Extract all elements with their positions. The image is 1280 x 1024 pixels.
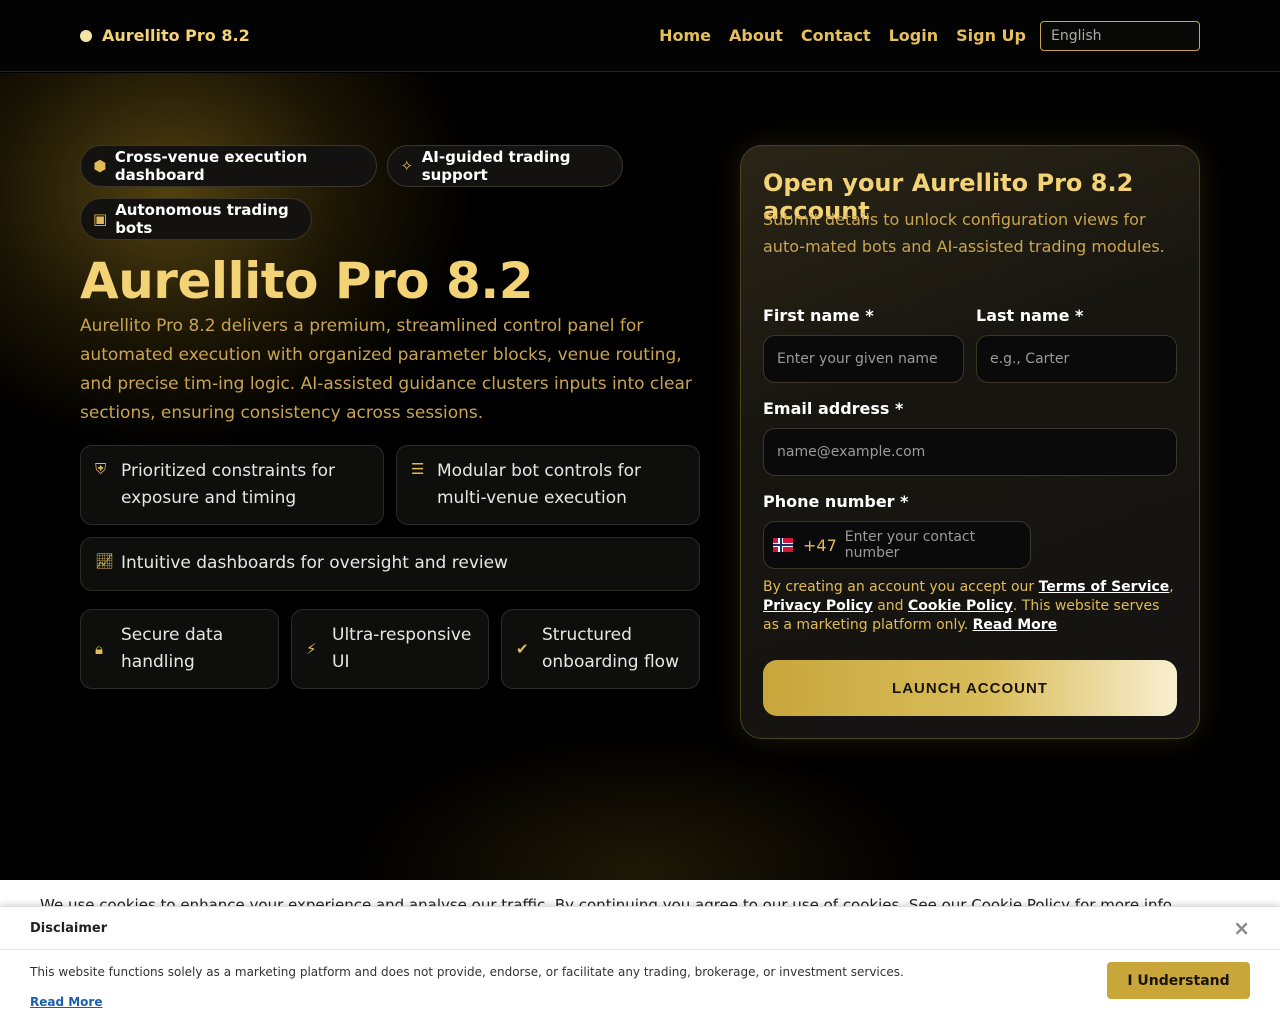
- feature-text: Modular bot controls for multi-venue exe…: [437, 461, 641, 508]
- feature-card-constraints: ⛨ Prioritized constraints for exposure a…: [80, 445, 384, 525]
- shield-icon: ⛨: [95, 460, 107, 478]
- line-chart-icon: 📈︎: [95, 552, 115, 570]
- check-circle-icon: ✔: [516, 640, 529, 658]
- feature-card-bot-controls: ☰ Modular bot controls for multi-venue e…: [396, 445, 700, 525]
- first-name-label: First name *: [763, 306, 874, 325]
- email-input[interactable]: name@example.com: [763, 428, 1177, 476]
- terms-comma: ,: [1169, 579, 1174, 595]
- badge-label: Autonomous trading bots: [115, 201, 289, 237]
- form-subtitle: Submit details to unlock configuration v…: [763, 210, 1165, 256]
- feature-card-responsive: ⚡︎ Ultra-responsive UI: [291, 609, 489, 689]
- feature-card-dashboards: 📈︎ Intuitive dashboards for oversight an…: [80, 537, 700, 591]
- nav-login[interactable]: Login: [889, 26, 939, 45]
- launch-account-button[interactable]: LAUNCH ACCOUNT: [763, 660, 1177, 716]
- phone-input[interactable]: Enter your contact number: [845, 529, 1030, 561]
- phone-label: Phone number *: [763, 492, 909, 511]
- top-navigation-bar: Aurellito Pro 8.2 Home About Contact Log…: [0, 0, 1280, 72]
- badge-cross-venue: ⬢ Cross-venue execution dashboard: [80, 145, 377, 187]
- main-nav: Home About Contact Login Sign Up English: [659, 20, 1200, 51]
- nav-home[interactable]: Home: [659, 26, 711, 45]
- disclaimer-text: This website functions solely as a marke…: [30, 965, 904, 979]
- cookie-banner-text: We use cookies to enhance your experienc…: [40, 896, 1177, 906]
- cookie-policy-link[interactable]: Cookie Policy: [908, 598, 1013, 614]
- feature-text: Ultra-responsive UI: [332, 625, 472, 672]
- terms-notice: By creating an account you accept our Te…: [763, 578, 1178, 635]
- badge-ai-guided: ✧ AI-guided trading support: [387, 145, 623, 187]
- terms-and: and: [872, 598, 908, 614]
- phone-field[interactable]: +47 Enter your contact number: [763, 521, 1031, 569]
- robot-icon: ▣: [93, 210, 108, 228]
- phone-country-code[interactable]: +47: [803, 536, 837, 555]
- badge-autonomous-bots: ▣ Autonomous trading bots: [80, 198, 312, 240]
- nav-about[interactable]: About: [729, 26, 783, 45]
- lock-icon: 🔒︎: [95, 640, 103, 658]
- close-icon[interactable]: ×: [1233, 918, 1250, 938]
- cubes-icon: ⬢: [93, 157, 107, 175]
- badge-label: AI-guided trading support: [421, 148, 571, 184]
- last-name-input[interactable]: e.g., Carter: [976, 335, 1177, 383]
- hero-description: Aurellito Pro 8.2 delivers a premium, st…: [80, 316, 692, 423]
- disclaimer-header: Disclaimer ×: [0, 907, 1280, 950]
- signup-form: Open your Aurellito Pro 8.2 account Subm…: [740, 145, 1200, 739]
- badge-label: Cross-venue execution dashboard: [114, 148, 308, 184]
- language-select[interactable]: English: [1040, 20, 1200, 51]
- disclaimer-read-more-link[interactable]: Read More: [30, 995, 103, 1009]
- first-name-input[interactable]: Enter your given name: [763, 335, 964, 383]
- email-label: Email address *: [763, 399, 904, 418]
- magic-wand-icon: ✧: [400, 157, 414, 175]
- feature-text: Secure data handling: [121, 625, 224, 672]
- last-name-label: Last name *: [976, 306, 1084, 325]
- i-understand-button[interactable]: I Understand: [1107, 962, 1250, 999]
- nav-contact[interactable]: Contact: [801, 26, 871, 45]
- feature-text: Prioritized constraints for exposure and…: [121, 461, 335, 508]
- lightning-icon: ⚡︎: [306, 640, 317, 658]
- disclaimer-banner: Disclaimer × This website functions sole…: [0, 906, 1280, 1024]
- terms-text: By creating an account you accept our: [763, 579, 1039, 595]
- sliders-icon: ☰: [411, 460, 425, 478]
- terms-read-more-link[interactable]: Read More: [973, 617, 1058, 633]
- nav-sign-up[interactable]: Sign Up: [956, 26, 1026, 45]
- disclaimer-title: Disclaimer: [30, 920, 108, 936]
- privacy-policy-link[interactable]: Privacy Policy: [763, 598, 873, 614]
- feature-card-secure: 🔒︎ Secure data handling: [80, 609, 279, 689]
- feature-card-onboarding: ✔ Structured onboarding flow: [501, 609, 700, 689]
- brand-dot-icon: [80, 29, 92, 42]
- feature-text: Intuitive dashboards for oversight and r…: [121, 553, 508, 573]
- cookie-banner: We use cookies to enhance your experienc…: [0, 880, 1280, 906]
- brand-name: Aurellito Pro 8.2: [102, 26, 250, 45]
- brand[interactable]: Aurellito Pro 8.2: [80, 26, 250, 45]
- feature-text: Structured onboarding flow: [542, 625, 679, 672]
- norway-flag-icon[interactable]: [773, 538, 793, 552]
- terms-of-service-link[interactable]: Terms of Service: [1039, 579, 1170, 595]
- hero-title: Aurellito Pro 8.2: [80, 252, 534, 310]
